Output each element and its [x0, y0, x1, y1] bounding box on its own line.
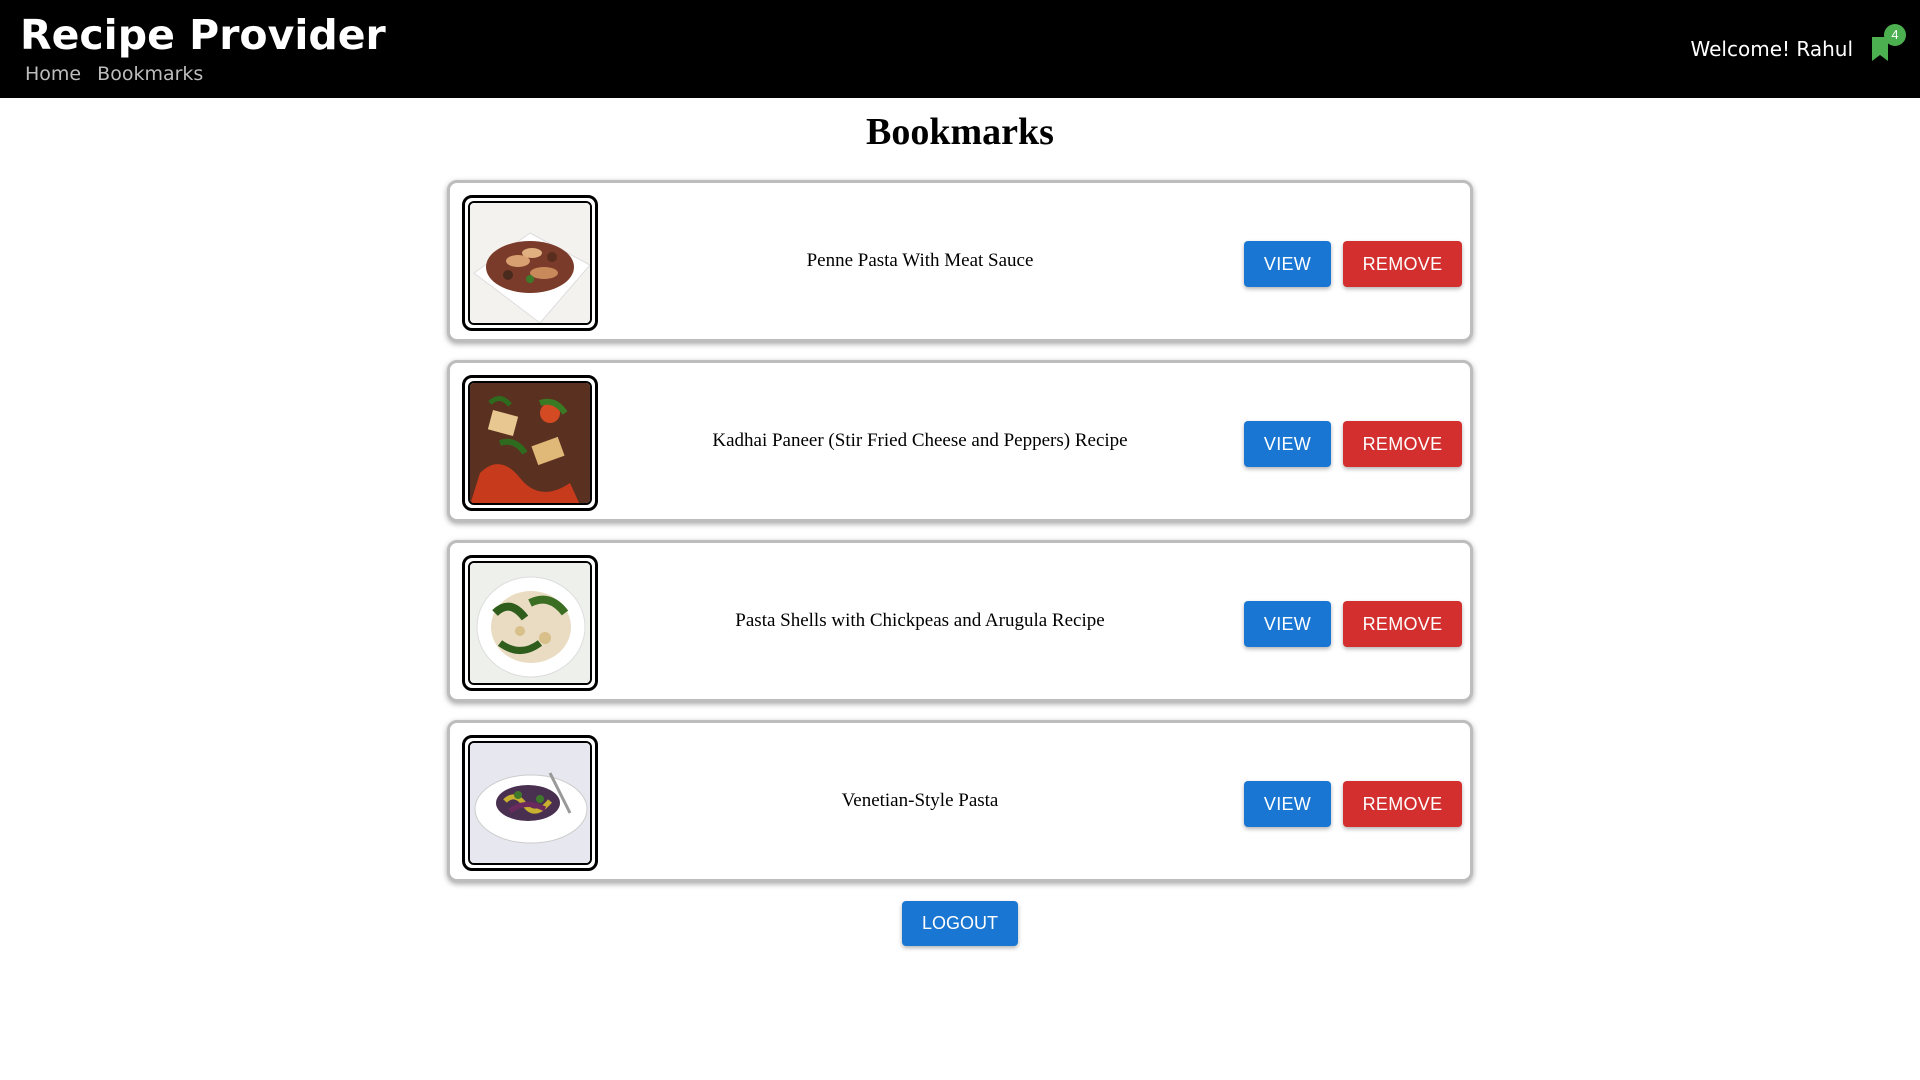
- bookmarks-badge-button[interactable]: 4: [1866, 24, 1906, 64]
- welcome-text: Welcome! Rahul: [1690, 37, 1853, 61]
- nav-links: Home Bookmarks: [25, 61, 213, 87]
- view-button[interactable]: VIEW: [1244, 241, 1331, 287]
- recipe-thumbnail: [462, 735, 598, 871]
- recipe-name: Venetian-Style Pasta: [841, 790, 999, 811]
- app-title: Recipe Provider: [20, 11, 386, 59]
- view-button[interactable]: VIEW: [1244, 601, 1331, 647]
- remove-button[interactable]: REMOVE: [1343, 781, 1462, 827]
- bookmark-card: Penne Pasta With Meat Sauce VIEW REMOVE: [447, 180, 1473, 342]
- bookmark-card: Kadhai Paneer (Stir Fried Cheese and Pep…: [447, 360, 1473, 522]
- bookmark-card: Venetian-Style Pasta VIEW REMOVE: [447, 720, 1473, 882]
- recipe-image: [470, 383, 590, 503]
- recipe-image: [470, 563, 590, 683]
- bookmark-card: Pasta Shells with Chickpeas and Arugula …: [447, 540, 1473, 702]
- recipe-image: [470, 203, 590, 323]
- recipe-thumbnail: [462, 555, 598, 691]
- nav-home-link[interactable]: Home: [25, 63, 81, 85]
- recipe-thumbnail: [462, 195, 598, 331]
- bookmark-list: Penne Pasta With Meat Sauce VIEW REMOVE …: [447, 180, 1473, 900]
- logout-button[interactable]: LOGOUT: [902, 901, 1018, 946]
- top-bar: Recipe Provider Home Bookmarks Welcome! …: [0, 0, 1920, 98]
- recipe-image: [470, 743, 590, 863]
- recipe-thumbnail: [462, 375, 598, 511]
- remove-button[interactable]: REMOVE: [1343, 421, 1462, 467]
- bookmark-count-badge: 4: [1884, 24, 1906, 46]
- remove-button[interactable]: REMOVE: [1343, 241, 1462, 287]
- remove-button[interactable]: REMOVE: [1343, 601, 1462, 647]
- page-title: Bookmarks: [866, 111, 1054, 153]
- nav-bookmarks-link[interactable]: Bookmarks: [97, 63, 203, 85]
- recipe-name: Kadhai Paneer (Stir Fried Cheese and Pep…: [712, 430, 1128, 451]
- view-button[interactable]: VIEW: [1244, 421, 1331, 467]
- view-button[interactable]: VIEW: [1244, 781, 1331, 827]
- recipe-name: Pasta Shells with Chickpeas and Arugula …: [735, 610, 1105, 631]
- recipe-name: Penne Pasta With Meat Sauce: [806, 250, 1034, 271]
